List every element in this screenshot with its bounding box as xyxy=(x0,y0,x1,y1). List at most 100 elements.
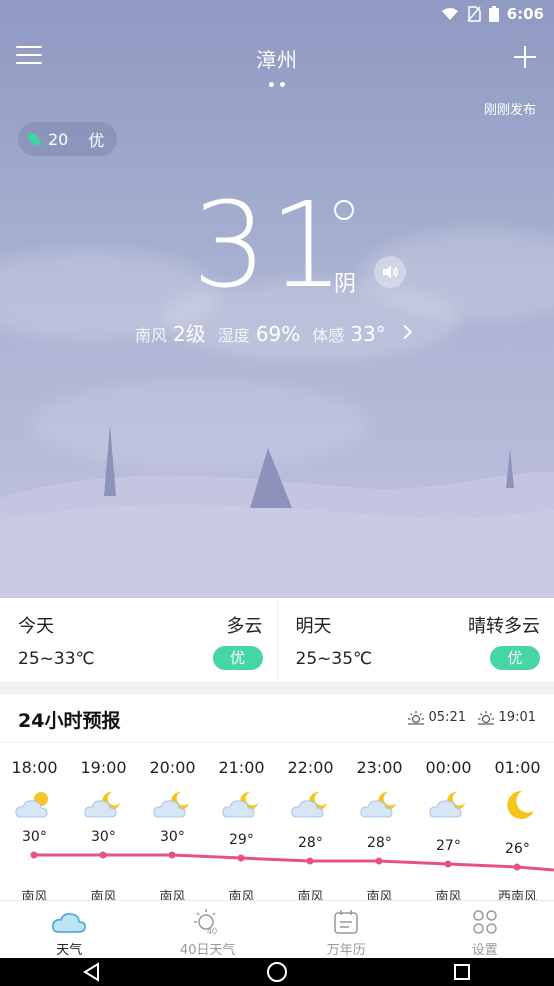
wifi-icon xyxy=(441,8,458,20)
aqi-badge[interactable]: 20 优 xyxy=(18,122,117,156)
hour-column: 18:00 南风 xyxy=(0,746,69,900)
hourly-separator xyxy=(0,742,554,743)
section-divider xyxy=(0,682,554,694)
day-range: 25~35℃ xyxy=(295,649,373,669)
hour-temp: 27° xyxy=(436,838,461,854)
humidity-label: 湿度 xyxy=(217,326,250,345)
humidity-value: 69% xyxy=(255,322,301,346)
leaf-icon xyxy=(28,133,40,145)
day-name: 今天 xyxy=(18,616,54,637)
home-button[interactable] xyxy=(257,960,297,984)
current-details[interactable]: 南风 2级 湿度 69% 体感 33° xyxy=(135,318,412,347)
feels-value: 33° xyxy=(350,322,386,346)
current-temperature: 31 xyxy=(192,176,347,314)
tab-settings[interactable]: 设置 xyxy=(416,901,554,958)
chevron-right-icon xyxy=(397,324,412,340)
hour-column: 23:00 南风 xyxy=(345,746,414,900)
cloud-icon xyxy=(52,913,87,933)
tab-label: 万年历 xyxy=(326,943,366,958)
hour-wind: 南风 xyxy=(297,890,324,900)
day-condition: 多云 xyxy=(226,616,263,637)
hour-temp: 30° xyxy=(91,829,116,845)
hour-time: 21:00 xyxy=(218,758,265,777)
hour-time: 20:00 xyxy=(149,758,196,777)
sunset: 19:01 xyxy=(477,710,536,725)
moon-cloud-icon xyxy=(345,785,414,825)
tab-calendar[interactable]: 万年历 xyxy=(277,901,416,958)
moon-cloud-icon xyxy=(276,785,345,825)
sunset-time: 19:01 xyxy=(498,710,536,725)
moon-cloud-icon xyxy=(414,785,483,825)
day-today[interactable]: 今天 多云 25~33℃ 优 xyxy=(0,598,277,682)
status-bar: 6:06 xyxy=(0,0,554,30)
speaker-icon xyxy=(383,265,398,279)
moon-cloud-icon xyxy=(207,785,276,825)
daily-summary: 今天 多云 25~33℃ 优 明天 晴转多云 25~35℃ 优 xyxy=(0,598,554,682)
back-triangle-icon xyxy=(83,962,100,982)
hour-wind: 南风 xyxy=(159,890,186,900)
hour-column: 21:00 南风 xyxy=(207,746,276,900)
bottom-tab-bar: 天气 40 40日天气 万年历 设置 xyxy=(0,900,554,958)
calendar-icon xyxy=(334,910,358,934)
snow-hills xyxy=(0,425,554,598)
day-aqi-badge: 优 xyxy=(212,646,263,670)
hour-time: 00:00 xyxy=(425,758,472,777)
temp-point xyxy=(375,857,383,865)
sunset-icon xyxy=(477,710,494,725)
back-button[interactable] xyxy=(72,960,112,984)
wind-value: 2级 xyxy=(173,322,206,346)
hour-column: 01:00 西南风 xyxy=(483,746,552,900)
recents-button[interactable] xyxy=(442,960,482,984)
aqi-value: 20 xyxy=(48,129,69,149)
tab-label: 设置 xyxy=(471,943,498,958)
day-range: 25~33℃ xyxy=(18,649,95,669)
hourly-forecast: 24小时预报 05:21 19:01 18:00 南风 30° 19:00 南风 30° 2… xyxy=(0,694,554,900)
settings-grid-icon xyxy=(473,910,497,934)
moon-cloud-icon xyxy=(138,785,207,825)
aqi-level: 优 xyxy=(88,131,105,150)
speaker-button[interactable] xyxy=(374,256,406,288)
temp-point xyxy=(513,863,521,871)
sunrise: 05:21 xyxy=(407,710,466,725)
feels-label: 体感 xyxy=(312,326,345,345)
hour-temp: 26° xyxy=(505,841,530,857)
hour-wind: 南风 xyxy=(21,890,48,900)
hour-column: 00:00 南风 xyxy=(414,746,483,900)
hour-temp: 28° xyxy=(367,835,392,851)
hour-time: 19:00 xyxy=(80,758,127,777)
top-header: 漳州 xyxy=(0,30,554,90)
hourly-title: 24小时预报 xyxy=(18,710,121,732)
hour-time: 23:00 xyxy=(356,758,403,777)
hour-column: 22:00 南风 xyxy=(276,746,345,900)
city-name[interactable]: 漳州 xyxy=(0,44,554,73)
hour-time: 01:00 xyxy=(494,758,541,777)
publish-time: 刚刚发布 xyxy=(483,103,536,118)
hour-time: 18:00 xyxy=(11,758,58,777)
hour-column: 20:00 南风 xyxy=(138,746,207,900)
tab-40-day[interactable]: 40 40日天气 xyxy=(139,901,278,958)
no-sim-icon xyxy=(467,6,481,22)
hour-wind: 南风 xyxy=(366,890,393,900)
tab-label: 40日天气 xyxy=(179,943,236,958)
temp-point xyxy=(237,854,245,862)
weather-app: 6:06 漳州 刚刚发布 20 优 31 阴 南风 2级 湿度 69% 体感 3… xyxy=(0,0,554,986)
battery-icon xyxy=(488,6,499,22)
tab-weather[interactable]: 天气 xyxy=(0,901,139,958)
tab-label: 天气 xyxy=(56,943,83,958)
temp-point xyxy=(99,851,107,859)
recents-square-icon xyxy=(453,964,470,980)
temp-point xyxy=(444,860,452,868)
svg-text:40: 40 xyxy=(207,926,217,936)
hour-wind: 南风 xyxy=(228,890,255,900)
temp-line xyxy=(34,853,554,872)
wind-label: 南风 xyxy=(135,326,168,345)
temp-point xyxy=(30,851,38,859)
add-city-button[interactable] xyxy=(512,44,538,70)
status-time: 6:06 xyxy=(506,5,544,23)
hour-wind: 南风 xyxy=(90,890,117,900)
hour-temp: 29° xyxy=(229,832,254,848)
day-tomorrow[interactable]: 明天 晴转多云 25~35℃ 优 xyxy=(276,598,554,682)
android-nav-bar xyxy=(0,958,554,986)
hourly-scroll[interactable]: 18:00 南风 30° 19:00 南风 30° 20:00 南风 30° 21:00 南风 29°… xyxy=(0,746,554,900)
hour-column: 19:00 南风 xyxy=(69,746,138,900)
